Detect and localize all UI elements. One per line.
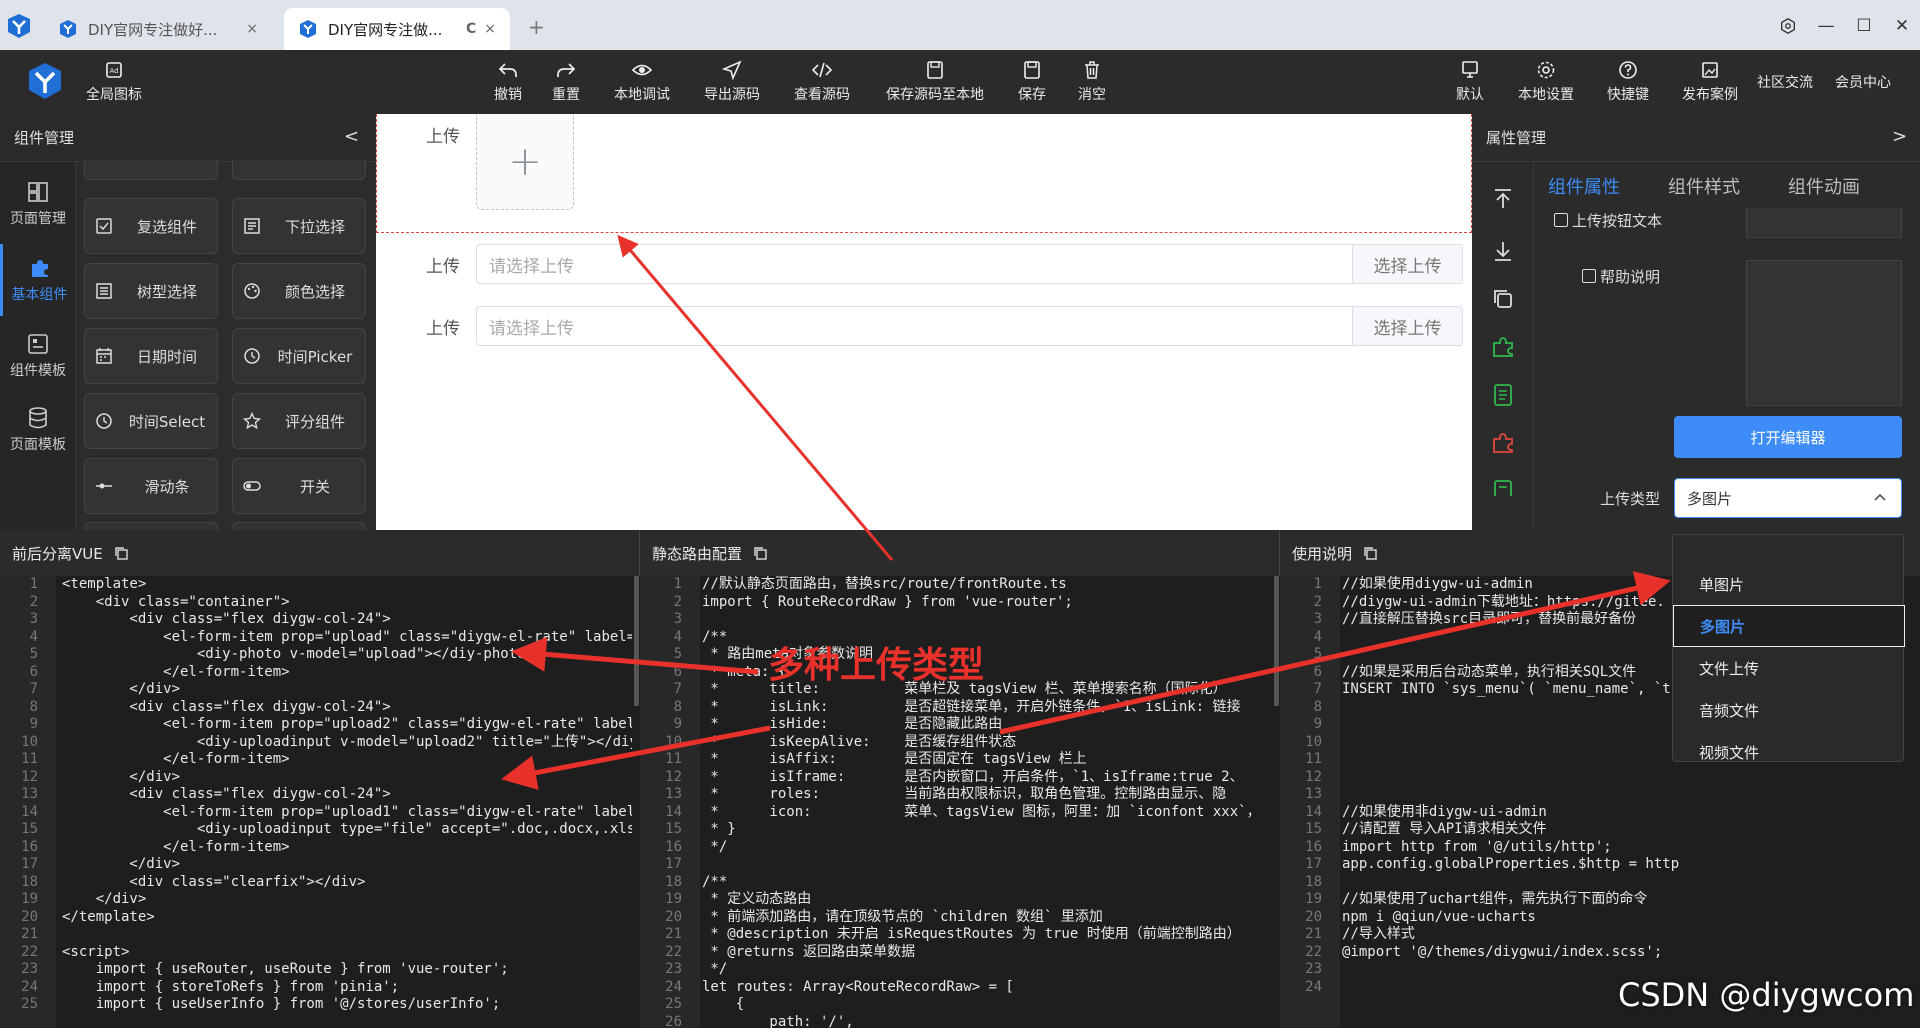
- annotation-arrows: [501, 234, 1671, 790]
- arrow-to-diy-photo: [511, 636, 759, 675]
- watermark: CSDN @diygwcom: [1618, 976, 1915, 1014]
- annotation-text: 多种上传类型: [768, 645, 985, 686]
- arrow-to-uploadinput: [501, 725, 771, 790]
- arrow-to-dropdown: [999, 571, 1671, 735]
- arrow-to-photo-upload: [617, 234, 894, 561]
